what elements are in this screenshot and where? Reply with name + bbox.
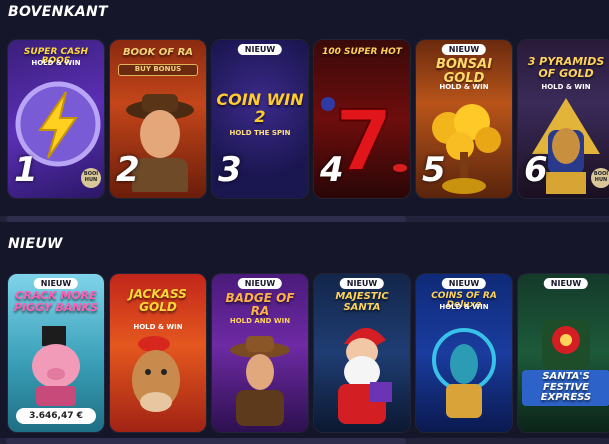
new-badge: NIEUW [441,44,487,55]
game-subtitle: HOLD & WIN [31,59,81,67]
game-title: MAJESTIC SANTA [335,291,389,313]
rank-number: 5 [422,150,446,190]
game-title: BONSAI GOLD [435,57,493,86]
game-title: 3 PYRAMIDS OF GOLD [527,55,605,80]
game-title: COIN WIN 2 [216,90,304,126]
game-card-3-pyramids-of-gold[interactable]: 3 PYRAMIDS OF GOLD HOLD & WIN 6 BOOI HUN [518,40,609,198]
rank-number: 2 [116,150,140,190]
falcon-ra-icon [432,328,496,418]
new-badge: NIEUW [339,278,385,289]
game-title: 100 SUPER HOT [322,47,402,57]
game-card-coin-win-2[interactable]: NIEUW COIN WIN 2 HOLD THE SPIN 3 [212,40,308,198]
scroll-thumb[interactable] [6,216,406,222]
game-title: JACKASS GOLD [129,287,187,314]
piggy-icon [32,326,80,406]
game-card-jackass-gold[interactable]: JACKASS GOLD HOLD & WIN [110,274,206,432]
brand-logo: BOOI HUN [591,168,609,188]
game-card-book-of-ra[interactable]: BOOK OF RA BUY BONUS 2 [110,40,206,198]
horizontal-scrollbar[interactable] [0,216,609,222]
game-title: BADGE OF RA [225,291,295,318]
cowboy-icon [230,336,290,426]
game-subtitle: HOLD & WIN [133,323,183,331]
section-title-nieuw: NIEUW [8,236,63,252]
game-card-santas-festive-express[interactable]: NIEUW SANTA'S FESTIVE EXPRESS [518,274,609,432]
game-subtitle: HOLD & WIN [439,83,489,91]
game-subtitle: HOLD & WIN [541,83,591,91]
game-title: CRACK MORE PIGGY BANKS [13,289,99,314]
horizontal-scrollbar-2[interactable] [0,438,609,444]
rank-number: 3 [218,150,242,190]
new-badge: NIEUW [237,278,283,289]
rank-number: 6 [524,150,548,190]
new-badge: NIEUW [33,278,79,289]
brand-logo: BOOI HUN [81,168,101,188]
new-badge: NIEUW [441,278,487,289]
game-card-100-super-hot[interactable]: 100 SUPER HOT 7 4 [314,40,410,198]
game-row-top: SUPER CASH BOOS HOLD & WIN 1 BOOI HUN BO… [8,40,609,205]
new-badge: NIEUW [237,44,283,55]
game-card-super-cash-boost[interactable]: SUPER CASH BOOS HOLD & WIN 1 BOOI HUN [8,40,104,198]
game-card-majestic-santa[interactable]: NIEUW MAJESTIC SANTA [314,274,410,432]
game-subtitle: HOLD & WIN [439,303,489,311]
game-subtitle: BUY BONUS [118,64,198,76]
game-card-bonsai-gold[interactable]: NIEUW BONSAI GOLD HOLD & WIN 5 [416,40,512,198]
donkey-icon [132,336,180,412]
section-title-bovenkant: BOVENKANT [8,4,108,20]
game-card-crack-more-piggy-banks[interactable]: NIEUW CRACK MORE PIGGY BANKS 3.646,47 € [8,274,104,432]
santa-icon [338,327,392,424]
new-badge: NIEUW [543,278,589,289]
game-title: BOOK OF RA [122,47,194,58]
scroll-thumb[interactable] [6,438,406,444]
game-card-badge-of-ra[interactable]: NIEUW BADGE OF RA HOLD AND WIN [212,274,308,432]
rank-number: 1 [14,150,38,190]
game-row-new: NIEUW CRACK MORE PIGGY BANKS 3.646,47 € … [8,274,609,439]
game-card-coins-of-ra-deluxe[interactable]: NIEUW COINS OF RA Deluxe HOLD & WIN [416,274,512,432]
game-subtitle: HOLD THE SPIN [229,129,291,137]
game-subtitle: HOLD AND WIN [229,317,291,325]
game-title: SANTA'S FESTIVE EXPRESS [522,370,609,406]
rank-number: 4 [320,150,344,190]
jackpot-amount: 3.646,47 € [16,408,96,424]
